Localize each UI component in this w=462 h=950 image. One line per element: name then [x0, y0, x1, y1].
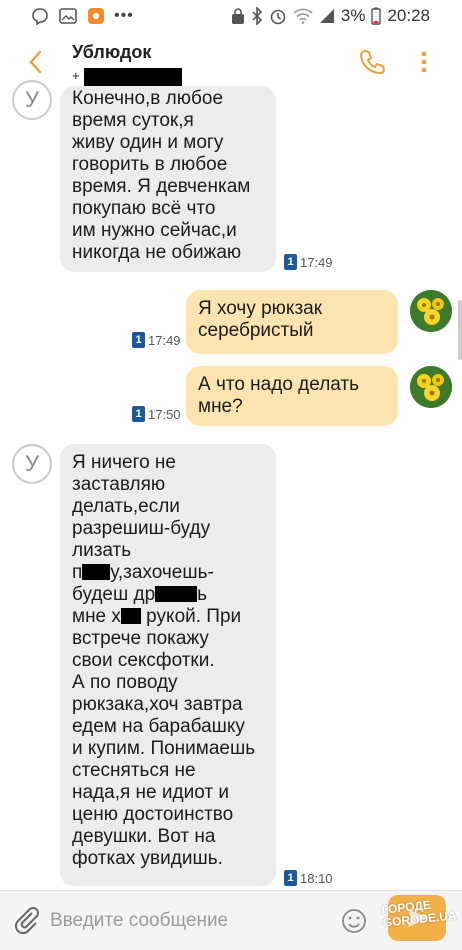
- text-fragment: будеш др: [72, 584, 156, 605]
- message-bubble-outgoing[interactable]: Я хочу рюкзак серебристый: [186, 290, 398, 354]
- attach-button[interactable]: [12, 905, 42, 935]
- status-time: 20:28: [387, 6, 430, 25]
- sim-badge: 1: [132, 332, 145, 348]
- message-line: едем на барабашку: [72, 716, 245, 737]
- message-line: Я хочу рюкзак: [198, 298, 323, 319]
- redacted-text: [82, 564, 111, 580]
- message-line: встрече покажу: [72, 628, 209, 649]
- message-line: время суток,я: [72, 110, 194, 131]
- message-line: рюкзака,хоч завтра: [72, 694, 243, 715]
- message-line: фотках увидишь.: [72, 848, 223, 869]
- message-line: и купим. Понимаешь: [72, 738, 256, 759]
- message-line: время. Я девченкам: [72, 176, 251, 197]
- call-button[interactable]: [358, 48, 386, 76]
- viber-icon: [30, 6, 50, 26]
- message-bubble-incoming[interactable]: Я ничего не заставляю делать,если разреш…: [60, 444, 276, 886]
- more-vertical-icon: [421, 51, 427, 73]
- phone-icon: [359, 49, 386, 75]
- message-line: серебристый: [198, 320, 314, 341]
- alarm-icon: [270, 9, 286, 25]
- message-input[interactable]: Введите сообщение: [50, 907, 330, 935]
- message-line: Конечно,в любое: [72, 88, 224, 109]
- conversation-header: Ублюдок +: [0, 34, 462, 90]
- redacted-phone-number: [84, 68, 182, 86]
- sim-badge: 1: [132, 406, 145, 422]
- message-line: делать,если: [72, 496, 180, 517]
- gallery-icon: [58, 6, 78, 26]
- flower-icon: [410, 366, 452, 408]
- message-time: 18:10: [300, 870, 333, 886]
- lock-icon: [231, 8, 244, 24]
- text-fragment: п: [72, 562, 83, 583]
- contact-name[interactable]: Ублюдок: [72, 42, 151, 63]
- app-icon: [86, 6, 106, 26]
- text-fragment: ь: [197, 584, 208, 605]
- sim-badge: 1: [284, 254, 297, 270]
- more-dots-icon: •••: [114, 7, 134, 24]
- message-line-redacted: будеш др ь: [72, 584, 264, 606]
- status-right-icons: 3% 20:28: [231, 6, 430, 26]
- message-line: Я ничего не: [72, 452, 176, 473]
- battery-icon: [371, 7, 382, 25]
- message-line: живу один и могу: [72, 132, 224, 153]
- message-line: свои сексфотки.: [72, 650, 215, 671]
- text-fragment: рукой. При: [140, 606, 242, 627]
- status-left-icons: •••: [30, 6, 134, 26]
- message-line: покупаю всё что: [72, 198, 216, 219]
- message-line: заставляю: [72, 474, 166, 495]
- message-line: мне?: [198, 396, 243, 417]
- redacted-text: [155, 586, 198, 602]
- contact-avatar[interactable]: У: [12, 80, 52, 120]
- contact-number-prefix: +: [72, 68, 80, 83]
- message-line: им нужно сейчас,и: [72, 220, 237, 241]
- message-line-redacted: мне х рукой. При: [72, 606, 264, 628]
- message-line-redacted: п у,захочешь-: [72, 562, 264, 584]
- message-line: разрешиш-буду: [72, 518, 211, 539]
- signal-icon: [319, 9, 334, 23]
- message-time: 17:49: [148, 332, 181, 348]
- my-avatar[interactable]: [410, 366, 452, 408]
- message-timestamp: 1 17:49: [284, 254, 333, 270]
- text-fragment: мне х: [72, 606, 121, 627]
- message-line: девушки. Вот на: [72, 826, 216, 847]
- message-time: 17:50: [148, 406, 181, 422]
- battery-percent: 3%: [340, 6, 366, 25]
- message-timestamp: 1 18:10: [284, 870, 333, 886]
- more-options-button[interactable]: [416, 48, 432, 76]
- message-time: 17:49: [300, 254, 333, 270]
- redacted-text: [120, 608, 141, 624]
- message-line: ценю достоинство: [72, 804, 234, 825]
- message-line: А по поводу: [72, 672, 178, 693]
- emoji-icon: [342, 909, 366, 933]
- wifi-icon: [293, 8, 313, 24]
- message-line: лизать: [72, 540, 132, 561]
- back-button[interactable]: [24, 48, 48, 76]
- message-bubble-incoming[interactable]: Конечно,в любое время суток,я живу один …: [60, 86, 276, 272]
- flower-icon: [410, 290, 452, 332]
- text-fragment: у,захочешь-: [110, 562, 214, 583]
- message-line: нада,я не идиот и: [72, 782, 229, 803]
- paperclip-icon: [14, 907, 39, 935]
- my-avatar[interactable]: [410, 290, 452, 332]
- message-line: стесняться не: [72, 760, 196, 781]
- bluetooth-icon: [252, 7, 263, 25]
- message-line: говорить в любое: [72, 154, 228, 175]
- back-arrow-icon: [29, 50, 42, 74]
- sim-badge: 1: [284, 870, 297, 886]
- message-timestamp: 1 17:49: [132, 332, 181, 348]
- message-bubble-outgoing[interactable]: А что надо делать мне?: [186, 366, 398, 426]
- status-bar: ••• 3% 20:28: [0, 0, 462, 34]
- message-line: никогда не обижаю: [72, 242, 242, 263]
- message-line: А что надо делать: [198, 374, 360, 395]
- message-timestamp: 1 17:50: [132, 406, 181, 422]
- contact-avatar[interactable]: У: [12, 444, 52, 484]
- scrollbar[interactable]: [458, 300, 462, 360]
- emoji-button[interactable]: [338, 905, 370, 937]
